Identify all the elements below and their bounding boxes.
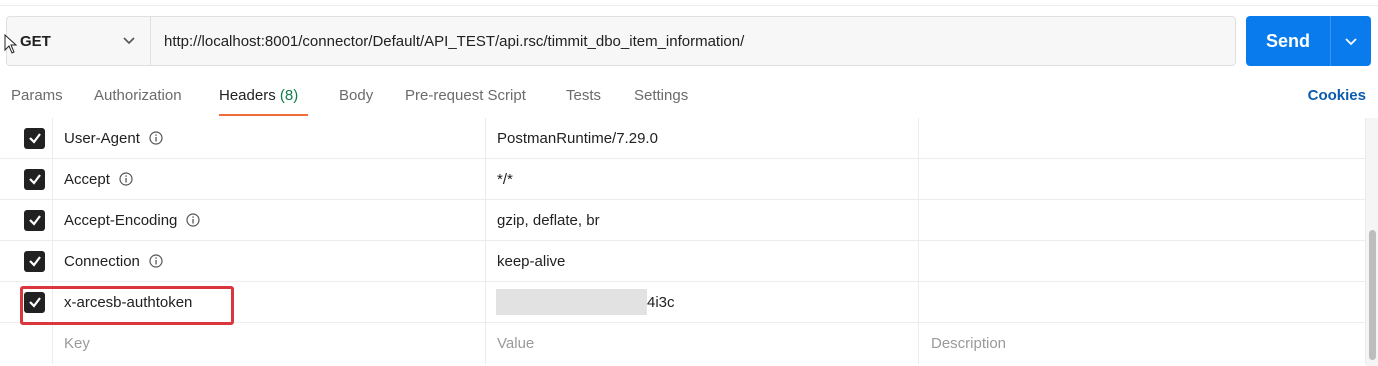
tab-headers[interactable]: Headers (8) — [219, 84, 298, 116]
annotation-highlight-box — [20, 286, 234, 325]
header-description-cell[interactable] — [918, 241, 1366, 281]
info-icon[interactable] — [149, 254, 163, 268]
header-value: PostmanRuntime/7.29.0 — [497, 129, 658, 147]
method-label: GET — [20, 32, 51, 50]
info-icon[interactable] — [149, 131, 163, 145]
row-checkbox-cell — [18, 200, 51, 240]
header-key: Accept — [64, 170, 110, 188]
description-placeholder: Description — [931, 335, 1007, 352]
checkmark-icon — [28, 215, 41, 226]
tab-params[interactable]: Params — [11, 84, 63, 116]
tab-tests[interactable]: Tests — [566, 84, 601, 116]
request-bar: GET http://localhost:8001/connector/Defa… — [6, 16, 1236, 66]
table-row: Accept-Encoding gzip, deflate, br — [0, 200, 1366, 241]
new-value-input[interactable]: Value — [485, 323, 918, 364]
method-select[interactable]: GET — [7, 17, 151, 65]
table-row: Connection keep-alive — [0, 241, 1366, 282]
checkmark-icon — [28, 174, 41, 185]
row-checkbox[interactable] — [24, 168, 45, 190]
table-row-new: Key Value Description — [0, 323, 1366, 364]
url-input[interactable]: http://localhost:8001/connector/Default/… — [151, 17, 1235, 65]
header-description-cell[interactable] — [918, 118, 1366, 158]
tab-label: Headers — [219, 87, 280, 104]
table-row: User-Agent PostmanRuntime/7.29.0 — [0, 118, 1366, 159]
header-key-cell[interactable]: User-Agent — [52, 118, 485, 158]
tab-label: Authorization — [94, 87, 182, 104]
header-value-cell[interactable]: keep-alive — [485, 241, 918, 281]
header-value: 4i3c — [647, 293, 675, 311]
header-value: */* — [497, 170, 513, 188]
tab-body[interactable]: Body — [339, 84, 373, 116]
send-options-button[interactable] — [1331, 16, 1371, 66]
header-key-cell[interactable]: Connection — [52, 241, 485, 281]
tab-pre-request-script[interactable]: Pre-request Script — [405, 84, 526, 116]
tab-settings[interactable]: Settings — [634, 84, 688, 116]
tab-label: Body — [339, 87, 374, 104]
header-key: Connection — [64, 252, 140, 270]
header-description-cell[interactable] — [918, 159, 1366, 199]
header-value-cell[interactable]: gzip, deflate, br — [485, 200, 918, 240]
header-value-cell[interactable]: PostmanRuntime/7.29.0 — [485, 118, 918, 158]
header-key: Accept-Encoding — [64, 211, 178, 229]
header-value-cell[interactable]: 4i3c — [485, 282, 918, 322]
request-tabs: Params Authorization Headers (8) Body Pr… — [0, 84, 1378, 118]
checkmark-icon — [28, 256, 41, 267]
url-text: http://localhost:8001/connector/Default/… — [164, 32, 745, 50]
tab-label: Tests — [566, 87, 602, 104]
header-description-cell[interactable] — [918, 282, 1366, 322]
tab-label: Pre-request Script — [405, 87, 526, 104]
table-row: Accept */* — [0, 159, 1366, 200]
row-checkbox-cell — [18, 118, 51, 158]
tab-label: Settings — [634, 87, 689, 104]
send-button-group: Send — [1246, 16, 1371, 66]
row-checkbox[interactable] — [24, 209, 45, 231]
key-placeholder: Key — [64, 335, 90, 352]
header-key: User-Agent — [64, 129, 140, 147]
chevron-down-icon — [123, 37, 135, 45]
new-description-input[interactable]: Description — [918, 323, 1366, 364]
checkmark-icon — [28, 133, 41, 144]
header-value-cell[interactable]: */* — [485, 159, 918, 199]
active-tab-indicator — [219, 114, 308, 116]
top-divider — [0, 5, 1378, 6]
mouse-cursor-icon — [4, 34, 18, 54]
header-key-cell[interactable]: Accept — [52, 159, 485, 199]
new-key-input[interactable]: Key — [52, 323, 485, 364]
row-checkbox-cell — [18, 241, 51, 281]
send-button[interactable]: Send — [1246, 16, 1330, 66]
cookies-link[interactable]: Cookies — [1308, 84, 1366, 108]
info-icon[interactable] — [186, 213, 201, 227]
row-checkbox[interactable] — [24, 127, 45, 149]
redaction-block — [496, 289, 647, 315]
value-placeholder: Value — [497, 335, 535, 352]
header-description-cell[interactable] — [918, 200, 1366, 240]
chevron-down-icon — [1345, 38, 1357, 46]
row-checkbox[interactable] — [24, 250, 45, 272]
tab-authorization[interactable]: Authorization — [94, 84, 182, 116]
header-value: keep-alive — [497, 252, 566, 270]
info-icon[interactable] — [119, 172, 133, 186]
headers-count: (8) — [279, 87, 299, 104]
vertical-scrollbar[interactable] — [1366, 118, 1378, 366]
tab-label: Params — [11, 87, 63, 104]
row-checkbox-cell — [18, 159, 51, 199]
scrollbar-thumb[interactable] — [1369, 230, 1376, 360]
header-key-cell[interactable]: Accept-Encoding — [52, 200, 485, 240]
header-value: gzip, deflate, br — [497, 211, 600, 229]
